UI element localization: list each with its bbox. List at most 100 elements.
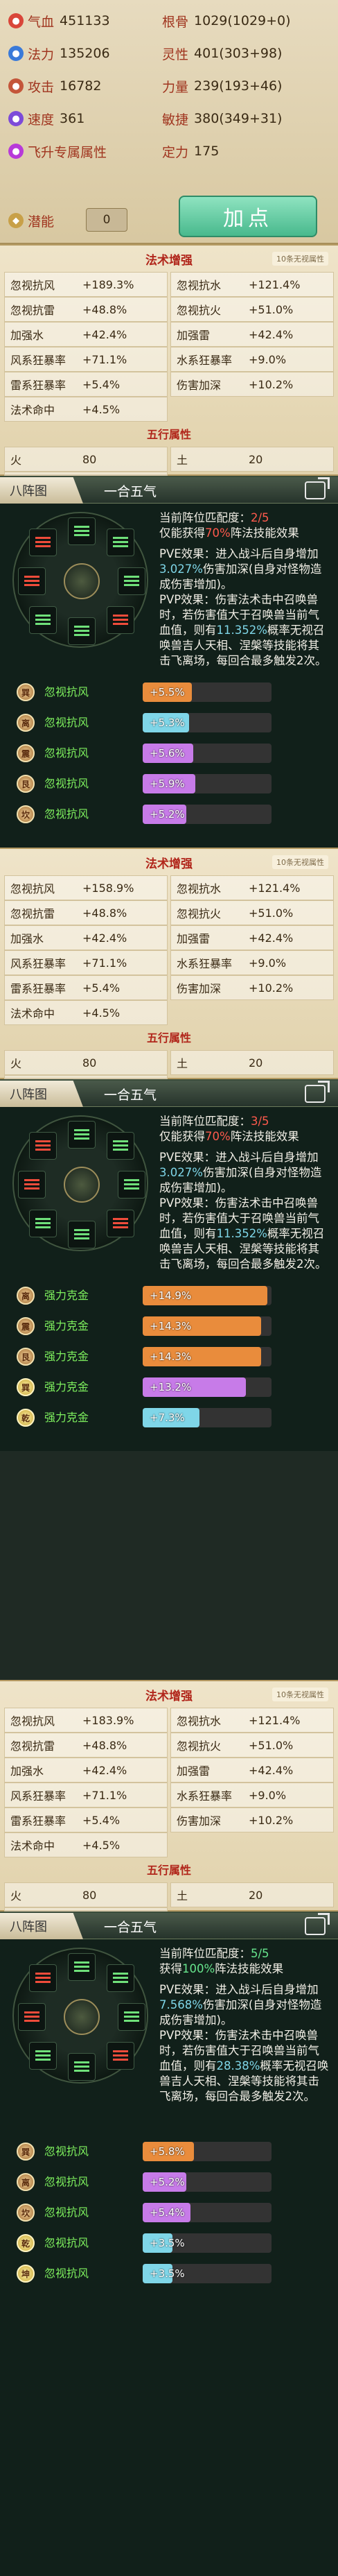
attr-value: +42.4% xyxy=(82,931,127,945)
bar-attr-name: 忽视抗风 xyxy=(44,685,89,698)
tab-formation[interactable]: 八阵图 xyxy=(0,1913,83,1939)
attr-value: +121.4% xyxy=(249,881,301,895)
trigram-orb[interactable]: 离 xyxy=(17,1287,35,1305)
attr-progress-bar: +14.3% xyxy=(143,1316,272,1336)
share-icon[interactable] xyxy=(305,1085,326,1103)
attr-progress-bar: +14.3% xyxy=(143,1347,272,1366)
trigram-orb[interactable]: 离 xyxy=(17,2173,35,2191)
attr-progress-bar: +3.5% xyxy=(143,2233,272,2253)
trigram-orb[interactable]: 坤 xyxy=(17,2265,35,2283)
stat-2-left: ● 攻击 16782 xyxy=(8,71,101,101)
stat-0-left: ● 气血 451133 xyxy=(8,6,110,36)
effect-line: 仅能获得70%阵法技能效果 xyxy=(159,1129,329,1144)
potential-row: ◆ 潜能 xyxy=(8,205,60,236)
attr-label: 忽视抗水 xyxy=(177,1715,222,1728)
attr-label: 伤害加深 xyxy=(177,1814,222,1828)
attr-label: 水系狂暴率 xyxy=(177,1789,233,1803)
attr-progress-bar: +5.8% xyxy=(143,2142,272,2161)
attr-label: 忽视抗水 xyxy=(177,279,222,292)
effect-pre: 获得 xyxy=(159,1962,182,1975)
attr-label: 法术命中 xyxy=(10,404,55,417)
stat-4-left: ● 飞升专属属性 xyxy=(8,136,112,166)
effect-line: 获得100%阵法技能效果 xyxy=(159,1961,329,1977)
ascend-icon: ● xyxy=(8,144,24,159)
pvp-line: PVP效果：伤害法术击中召唤兽时，若伤害值大于召唤兽当前气血值，则有28.38%… xyxy=(159,2028,329,2104)
attr-value: +10.2% xyxy=(249,377,294,391)
trigram-orb[interactable]: 乾 xyxy=(17,2234,35,2252)
trigram-orb[interactable]: 巽 xyxy=(17,683,35,701)
formation-panel: 八阵图 一合五气 当前阵位匹配度：5/5 获得100%阵法技能效果 PVE效果：… xyxy=(0,1912,338,2576)
attr-label: 忽视抗火 xyxy=(177,1740,222,1753)
share-icon[interactable] xyxy=(305,481,326,499)
formation-diagram xyxy=(12,512,148,648)
pve-pct: 3.027% xyxy=(159,1166,203,1179)
formation-diagram xyxy=(12,1948,148,2084)
attr-label: 水系狂暴率 xyxy=(177,957,233,970)
match-value: 2/5 xyxy=(251,511,269,524)
match-value: 3/5 xyxy=(251,1115,269,1128)
effect-pre: 仅能获得 xyxy=(159,526,205,540)
potential-label: 潜能 xyxy=(28,214,55,230)
trigram-orb[interactable]: 艮 xyxy=(17,775,35,793)
stat-label: 根骨 xyxy=(162,14,189,30)
attr-value: +42.4% xyxy=(249,1763,294,1777)
pvp-line: PVP效果：伤害法术击中召唤兽时，若伤害值大于召唤兽当前气血值，则有11.352… xyxy=(159,592,329,669)
speed-icon: ● xyxy=(8,111,24,126)
attr-label: 风系狂暴率 xyxy=(10,354,66,367)
wuxing-label: 火 xyxy=(10,1889,22,1903)
trigram-icon xyxy=(107,1964,134,1992)
trigram-orb[interactable]: 乾 xyxy=(17,1409,35,1427)
attr-label: 加强雷 xyxy=(177,329,211,342)
stat-label: 攻击 xyxy=(28,79,55,95)
attr-value: +51.0% xyxy=(249,302,294,316)
share-icon[interactable] xyxy=(305,1917,326,1935)
attr-label: 加强水 xyxy=(10,932,44,945)
effect-pct: 70% xyxy=(205,526,231,540)
wuxing-value: 80 xyxy=(82,1056,97,1070)
trigram-orb[interactable]: 坎 xyxy=(17,2204,35,2222)
wuxing-value: 20 xyxy=(249,1056,263,1070)
attr-progress-bar: +14.9% xyxy=(143,1286,272,1305)
attr-progress-value: +13.2% xyxy=(150,1381,192,1393)
trigram-icon xyxy=(68,1121,96,1149)
attr-value: +9.0% xyxy=(249,1788,287,1802)
attr-cell: 忽视抗风 +158.9% xyxy=(4,875,168,900)
attr-value: +42.4% xyxy=(82,1763,127,1777)
tab-formation[interactable]: 八阵图 xyxy=(0,1081,83,1107)
trigram-orb[interactable]: 坎 xyxy=(17,805,35,823)
trigram-orb[interactable]: 巽 xyxy=(17,2143,35,2161)
attr-value: +5.4% xyxy=(82,981,121,995)
add-points-button[interactable]: 加点 xyxy=(179,196,317,237)
trigram-orb[interactable]: 震 xyxy=(17,1317,35,1335)
trigram-icon xyxy=(68,617,96,645)
effect-post: 阵法技能效果 xyxy=(230,1130,299,1143)
tab-formation[interactable]: 八阵图 xyxy=(0,477,83,504)
wuxing-value: 80 xyxy=(82,1888,97,1902)
effect-pct: 70% xyxy=(205,1130,231,1143)
trigram-orb[interactable]: 震 xyxy=(17,744,35,762)
trigram-orb[interactable]: 离 xyxy=(17,714,35,732)
attr-label: 伤害加深 xyxy=(177,379,222,392)
pvp-line: PVP效果：伤害法术击中召唤兽时，若伤害值大于召唤兽当前气血值，则有11.352… xyxy=(159,1196,329,1272)
attr-label: 忽视抗火 xyxy=(177,304,222,317)
attr-cell: 忽视抗火 +51.0% xyxy=(170,297,334,322)
attr-value: +48.8% xyxy=(82,302,127,316)
attr-progress-value: +7.3% xyxy=(150,1411,185,1424)
trigram-orb[interactable]: 艮 xyxy=(17,1348,35,1366)
attr-cell: 忽视抗雷 +48.8% xyxy=(4,1733,168,1758)
heart-icon: ● xyxy=(8,13,24,28)
attr-progress-value: +14.9% xyxy=(150,1289,192,1302)
panel-note: 10条无视属性 xyxy=(272,252,328,266)
bar-attr-name: 忽视抗风 xyxy=(44,2145,89,2158)
pve-text: PVE效果：进入战斗后自身增加 xyxy=(159,1983,319,1996)
attr-value: +9.0% xyxy=(249,352,287,366)
effect-pct: 100% xyxy=(182,1962,215,1975)
trigram-orb[interactable]: 巽 xyxy=(17,1378,35,1396)
formation-tab-bar: 八阵图 一合五气 xyxy=(0,1913,338,1939)
panel-header: 法术增强 10条无视属性 xyxy=(0,247,338,271)
formation-description: 当前阵位匹配度：2/5 仅能获得70%阵法技能效果 PVE效果：进入战斗后自身增… xyxy=(159,510,329,669)
attr-cell: 法术命中 +4.5% xyxy=(4,397,168,422)
pve-line: PVE效果：进入战斗后自身增加7.568%伤害加深(自身对怪物造成伤害增加)。 xyxy=(159,1982,329,2028)
attr-value: +183.9% xyxy=(82,1713,134,1727)
formation-name: 一合五气 xyxy=(104,1920,157,1935)
